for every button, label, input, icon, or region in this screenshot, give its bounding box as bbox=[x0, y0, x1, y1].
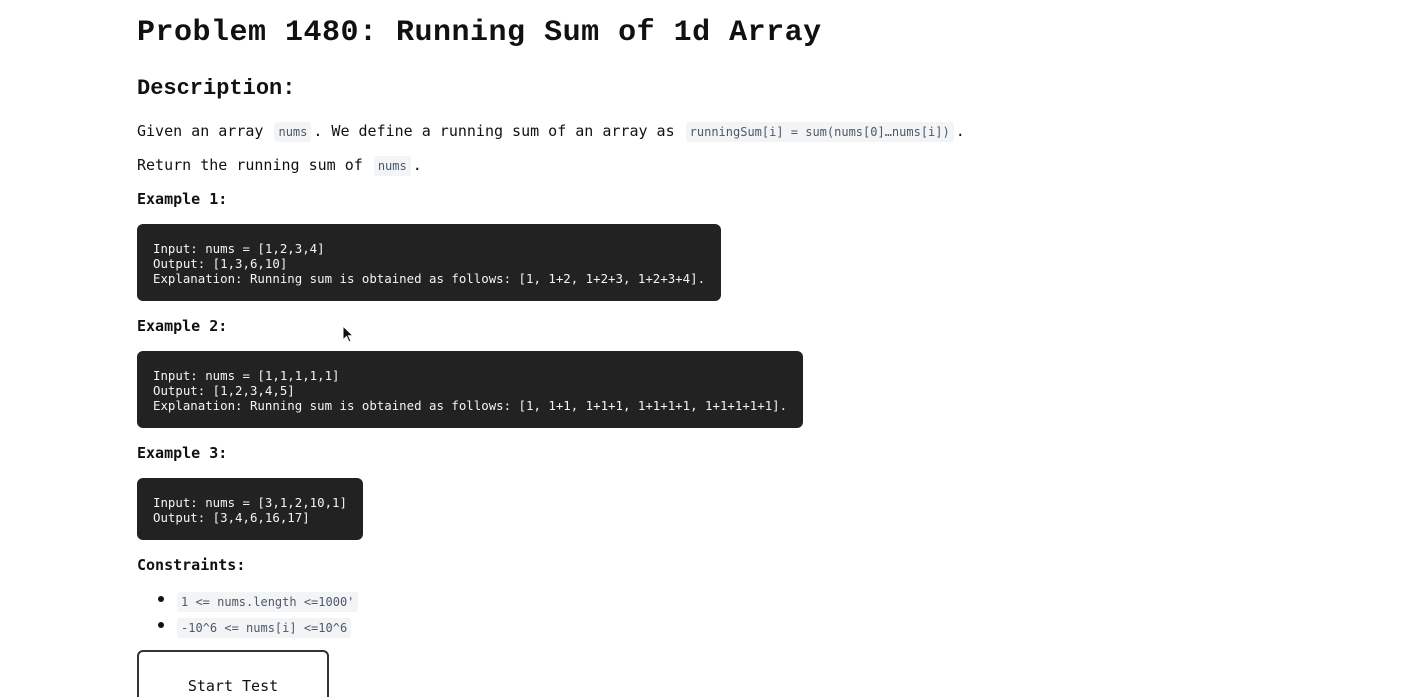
constraint-item: 1 <= nums.length <=1000' bbox=[157, 588, 360, 614]
constraint-item: -10^6 <= nums[i] <=10^6 bbox=[157, 614, 360, 640]
description-heading: Description: bbox=[137, 76, 296, 101]
description-text: Given an array bbox=[137, 122, 264, 140]
example-explanation: Explanation: Running sum is obtained as … bbox=[153, 271, 706, 286]
description-text: . bbox=[412, 156, 422, 174]
constraint-code: -10^6 <= nums[i] <=10^6 bbox=[177, 618, 352, 638]
description-line-2: Return the running sum of nums. bbox=[137, 154, 422, 177]
example-output: Output: [3,4,6,16,17] bbox=[153, 510, 310, 525]
example-3-heading: Example 3: bbox=[137, 444, 228, 462]
example-1-code-block: Input: nums = [1,2,3,4] Output: [1,3,6,1… bbox=[137, 224, 722, 301]
example-input: Input: nums = [1,2,3,4] bbox=[153, 241, 325, 256]
example-output: Output: [1,2,3,4,5] bbox=[153, 383, 295, 398]
description-text: . bbox=[955, 122, 965, 140]
constraints-heading: Constraints: bbox=[137, 556, 246, 574]
description-line-1: Given an array nums. We define a running… bbox=[137, 120, 965, 143]
constraints-list: 1 <= nums.length <=1000' -10^6 <= nums[i… bbox=[137, 588, 360, 640]
inline-code-running-sum: runningSum[i] = sum(nums[0]…nums[i]) bbox=[685, 122, 954, 142]
example-2-heading: Example 2: bbox=[137, 317, 228, 335]
page-title: Problem 1480: Running Sum of 1d Array bbox=[137, 16, 822, 50]
start-test-button[interactable]: Start Test bbox=[137, 650, 329, 697]
example-input: Input: nums = [1,1,1,1,1] bbox=[153, 368, 340, 383]
mouse-cursor-icon bbox=[342, 325, 354, 343]
example-3-code-block: Input: nums = [3,1,2,10,1] Output: [3,4,… bbox=[137, 478, 363, 540]
description-text: . We define a running sum of an array as bbox=[313, 122, 675, 140]
inline-code-nums: nums bbox=[373, 156, 411, 176]
example-explanation: Explanation: Running sum is obtained as … bbox=[153, 398, 788, 413]
example-2-code-block: Input: nums = [1,1,1,1,1] Output: [1,2,3… bbox=[137, 351, 804, 428]
constraint-code: 1 <= nums.length <=1000' bbox=[177, 592, 359, 612]
inline-code-nums: nums bbox=[274, 122, 312, 142]
example-1-heading: Example 1: bbox=[137, 190, 228, 208]
description-text: Return the running sum of bbox=[137, 156, 363, 174]
example-output: Output: [1,3,6,10] bbox=[153, 256, 288, 271]
example-input: Input: nums = [3,1,2,10,1] bbox=[153, 495, 347, 510]
